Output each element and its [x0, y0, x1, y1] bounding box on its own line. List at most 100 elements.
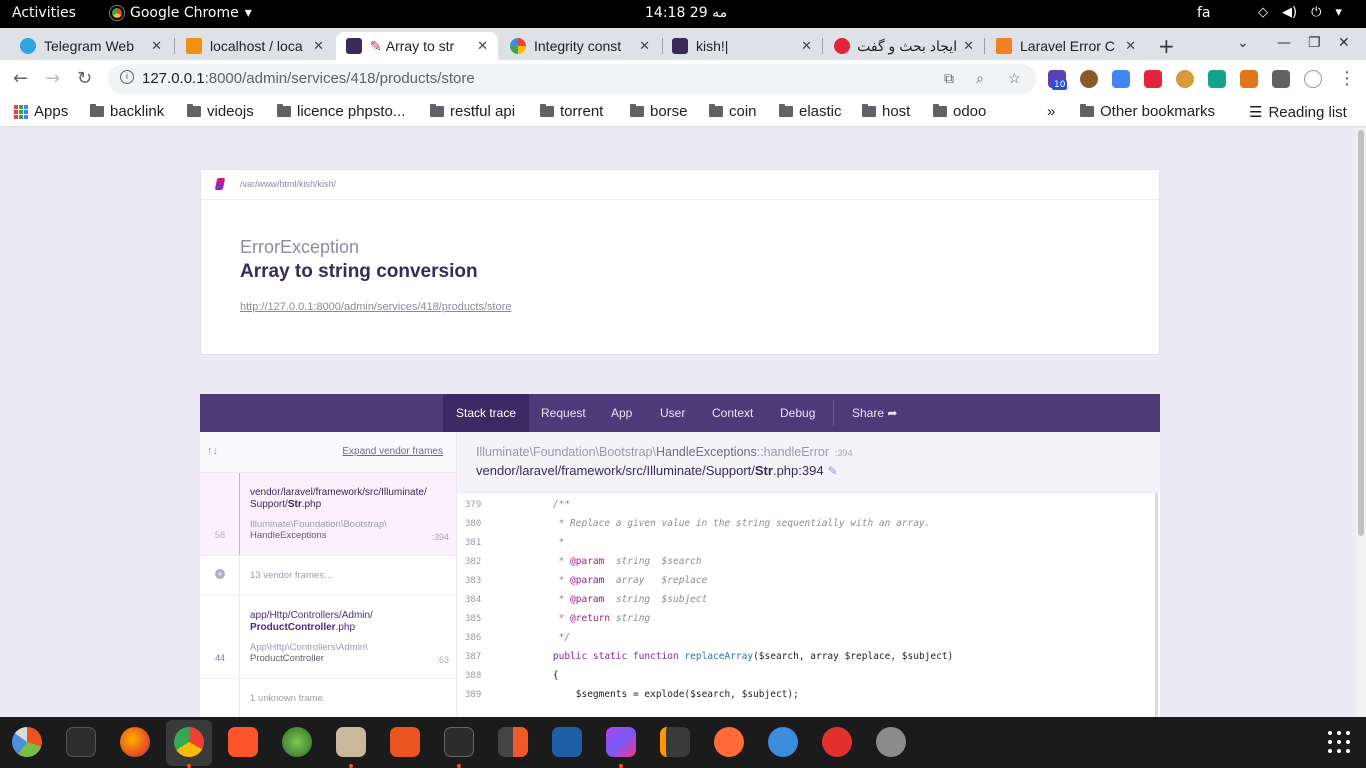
tab-array-to-string[interactable]: ✎ Array to str ✕: [336, 32, 498, 60]
network-tool-icon[interactable]: [282, 727, 312, 757]
bookmarks-overflow-button[interactable]: »: [1047, 103, 1055, 120]
close-icon[interactable]: ✕: [801, 38, 812, 54]
close-icon[interactable]: ✕: [477, 38, 488, 54]
input-language[interactable]: fa: [1197, 5, 1211, 21]
git-gui-icon[interactable]: [498, 727, 528, 757]
tab-request[interactable]: Request: [541, 394, 586, 432]
shield-icon[interactable]: [1208, 70, 1226, 88]
cookie-icon[interactable]: [1176, 70, 1194, 88]
vendor-frames-group[interactable]: + 13 vendor frames…: [200, 556, 456, 596]
app-icon[interactable]: [822, 727, 852, 757]
scrollbar-thumb[interactable]: [1358, 130, 1364, 536]
reading-list[interactable]: ☰ Reading list: [1249, 103, 1347, 122]
activities-button[interactable]: Activities: [12, 5, 76, 21]
close-icon[interactable]: ✕: [313, 38, 324, 54]
code-line: 379 /**: [457, 496, 1147, 515]
app-menu[interactable]: Google Chrome ▾: [110, 5, 252, 21]
bookmark-folder[interactable]: host: [862, 103, 910, 120]
clock[interactable]: 14:18 29 مه: [645, 5, 727, 21]
tab-persian-discussion[interactable]: ایجاد بحث و گفت ✕: [824, 32, 984, 60]
extension-icon[interactable]: [1144, 70, 1162, 88]
phpstorm-icon[interactable]: [606, 727, 636, 757]
bookmark-star-icon[interactable]: ☆: [1008, 70, 1021, 87]
disk-icon[interactable]: [876, 727, 906, 757]
bookmark-folder[interactable]: torrent: [540, 103, 603, 120]
address-bar[interactable]: i 127.0.0.1:8000/admin/services/418/prod…: [108, 64, 1036, 94]
terminal-icon[interactable]: [444, 727, 474, 757]
expand-vendor-frames-link[interactable]: Expand vendor frames: [342, 446, 443, 457]
qbittorrent-icon[interactable]: [768, 727, 798, 757]
metamask-icon[interactable]: [1240, 70, 1258, 88]
bookmark-folder[interactable]: backlink: [90, 103, 164, 120]
show-applications-icon[interactable]: [1328, 731, 1350, 753]
close-icon[interactable]: ✕: [1125, 38, 1136, 54]
page-scrollbar[interactable]: [1356, 128, 1366, 717]
insomnia-icon[interactable]: [552, 727, 582, 757]
tab-user[interactable]: User: [660, 394, 685, 432]
tab-laravel-error[interactable]: Laravel Error C ✕: [986, 32, 1146, 60]
stack-frame[interactable]: app/Http/Controllers/Admin/ProductContro…: [200, 596, 456, 679]
tab-stack-trace[interactable]: Stack trace: [443, 394, 530, 432]
google-icon: [510, 38, 526, 54]
translate-icon[interactable]: ⧉: [944, 70, 954, 87]
bookmark-folder[interactable]: odoo: [933, 103, 986, 120]
frame-file: vendor/laravel/framework/src/Illuminate/…: [250, 487, 427, 510]
root-path: /var/www/html/kish/kish/: [240, 179, 337, 189]
system-monitor-icon[interactable]: [66, 727, 96, 757]
close-window-button[interactable]: ✕: [1338, 35, 1350, 51]
info-icon[interactable]: i: [120, 70, 134, 84]
software-center-icon[interactable]: [390, 727, 420, 757]
cookie-icon[interactable]: [1080, 70, 1098, 88]
error-tabs-bar: Stack trace Request App User Context Deb…: [200, 394, 1160, 432]
reload-icon[interactable]: ↻: [77, 68, 92, 89]
tab-kish[interactable]: kish!| ✕: [662, 32, 822, 60]
folder-icon: [430, 104, 444, 117]
tab-app[interactable]: App: [611, 394, 632, 432]
zoom-icon[interactable]: ⌕: [976, 70, 984, 87]
share-button[interactable]: Share ➦: [852, 394, 897, 432]
tab-context[interactable]: Context: [712, 394, 753, 432]
bookmark-folder[interactable]: restful api: [430, 103, 515, 120]
sort-arrows-icon[interactable]: ↑↓: [207, 445, 218, 457]
bookmark-folder[interactable]: borse: [630, 103, 688, 120]
close-icon[interactable]: ✕: [639, 38, 650, 54]
tab-title: localhost / loca: [210, 38, 303, 54]
files-icon[interactable]: [336, 727, 366, 757]
menu-icon[interactable]: ⋮: [1338, 68, 1356, 89]
sublime-text-icon[interactable]: [660, 727, 690, 757]
close-icon[interactable]: ✕: [963, 38, 974, 54]
disk-usage-icon[interactable]: [12, 727, 42, 757]
unknown-frames-group[interactable]: 1 unknown frame: [200, 679, 456, 717]
system-tray[interactable]: ◇ ◀) ⏻ ▾: [1258, 5, 1342, 20]
edit-pencil-icon[interactable]: ✎: [828, 464, 838, 478]
chrome-icon[interactable]: [174, 727, 204, 757]
address-url[interactable]: 127.0.0.1:8000/admin/services/418/produc…: [142, 70, 475, 87]
minimize-button[interactable]: —: [1277, 35, 1291, 51]
tab-integrity-constraint[interactable]: Integrity const ✕: [500, 32, 660, 60]
close-icon[interactable]: ✕: [151, 38, 162, 54]
bookmark-folder[interactable]: licence phpsto...: [277, 103, 405, 120]
stack-frame[interactable]: vendor/laravel/framework/src/Illuminate/…: [200, 473, 456, 556]
bookmark-folder[interactable]: coin: [709, 103, 757, 120]
vendor-frames-label: 13 vendor frames…: [250, 570, 334, 581]
back-icon[interactable]: ←: [13, 68, 28, 89]
google-translate-icon[interactable]: [1112, 70, 1130, 88]
firefox-icon[interactable]: [120, 727, 150, 757]
unknown-frame-label: 1 unknown frame: [250, 693, 323, 704]
tab-telegram[interactable]: Telegram Web ✕: [10, 32, 172, 60]
profile-icon[interactable]: [1304, 70, 1322, 88]
other-bookmarks[interactable]: Other bookmarks: [1080, 103, 1215, 120]
brave-icon[interactable]: [228, 727, 258, 757]
request-url-link[interactable]: http://127.0.0.1:8000/admin/services/418…: [240, 301, 512, 313]
tab-debug[interactable]: Debug: [780, 394, 815, 432]
bookmark-folder[interactable]: videojs: [187, 103, 254, 120]
tab-search-icon[interactable]: ⌄: [1237, 35, 1249, 51]
bookmark-folder[interactable]: elastic: [779, 103, 842, 120]
postman-icon[interactable]: [714, 727, 744, 757]
puzzle-icon[interactable]: [1272, 70, 1290, 88]
bookmark-apps[interactable]: Apps: [14, 103, 68, 120]
new-tab-button[interactable]: +: [1158, 34, 1175, 58]
maximize-button[interactable]: ❐: [1308, 35, 1321, 51]
forward-icon[interactable]: →: [45, 68, 60, 89]
tab-phpmyadmin[interactable]: localhost / loca ✕: [176, 32, 334, 60]
